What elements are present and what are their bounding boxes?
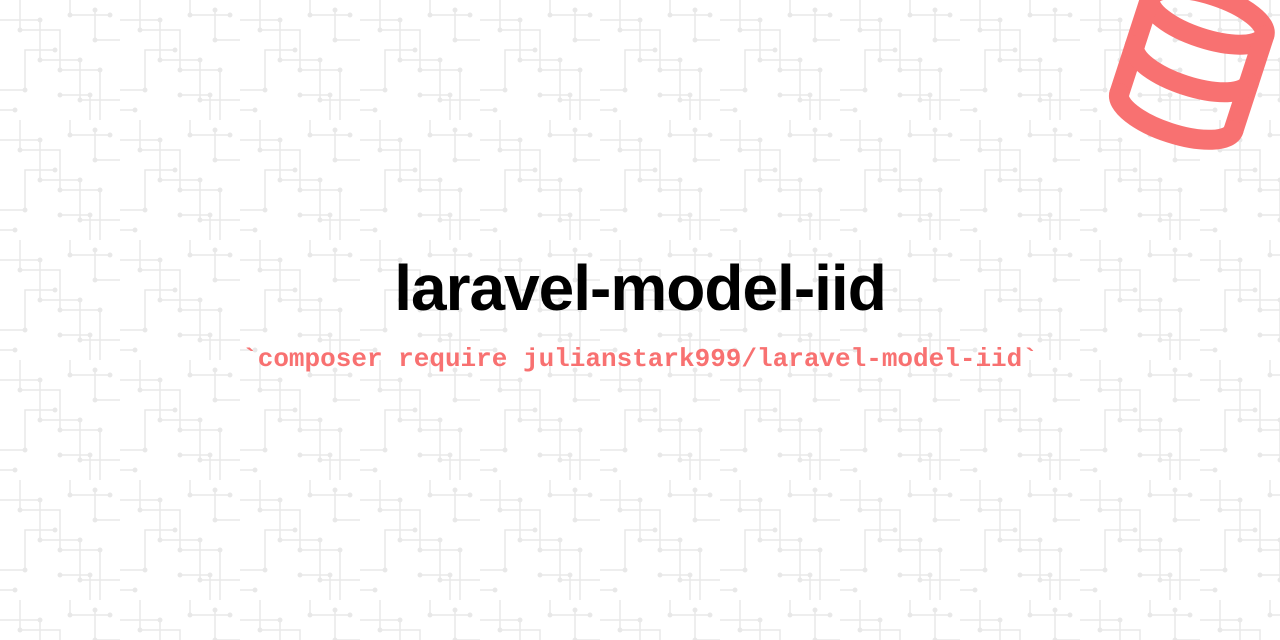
install-command: `composer require julianstark999/laravel… [242,344,1038,374]
package-title: laravel-model-iid [394,256,886,320]
banner-content: laravel-model-iid `composer require juli… [0,0,1280,640]
